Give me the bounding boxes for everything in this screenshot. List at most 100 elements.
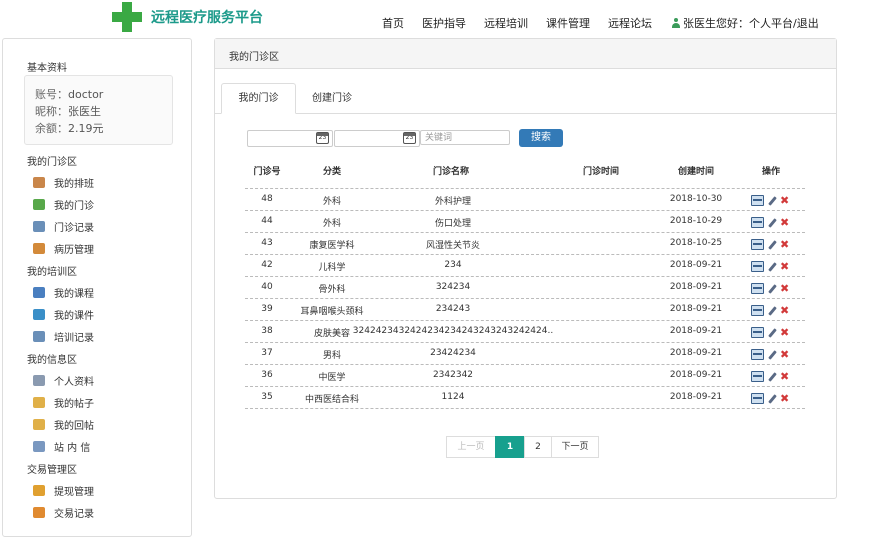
coins-icon: [33, 485, 45, 496]
cell-name: 3242423432424234234243243243242424..: [352, 326, 554, 336]
edit-icon[interactable]: [768, 372, 776, 382]
edit-icon[interactable]: [768, 306, 776, 316]
end-date-input[interactable]: 23: [334, 130, 420, 147]
cell-name: 234243: [435, 304, 471, 314]
sidebar-item-label: 我的课件: [54, 311, 94, 322]
profile-box: 账号：doctor 昵称：张医生 余额：2.19元: [24, 75, 173, 145]
view-icon[interactable]: [751, 371, 764, 382]
row-divider: [245, 342, 805, 343]
nav-home[interactable]: 首页: [382, 15, 404, 31]
cell-created: 2018-09-21: [669, 370, 723, 380]
edit-icon[interactable]: [768, 394, 776, 404]
sidebar-item[interactable]: 我的门诊: [33, 197, 94, 212]
edit-icon[interactable]: [768, 284, 776, 294]
sidebar-item[interactable]: 我的课程: [33, 285, 94, 300]
cell-id: 35: [261, 392, 273, 402]
reply-icon: [33, 419, 45, 430]
delete-icon[interactable]: ✖: [780, 239, 789, 250]
cell-name: 23424234: [430, 348, 476, 358]
sidebar-item[interactable]: 我的课件: [33, 307, 94, 322]
cell-category: 外科: [322, 197, 342, 207]
sidebar-item[interactable]: 我的排班: [33, 175, 94, 190]
cell-created: 2018-10-29: [669, 216, 723, 226]
profile-value: doctor: [68, 88, 104, 101]
delete-icon[interactable]: ✖: [780, 371, 789, 382]
row-actions: ✖: [751, 371, 793, 382]
page-button-2[interactable]: 2: [524, 436, 552, 458]
view-icon[interactable]: [751, 283, 764, 294]
sidebar-item[interactable]: 病历管理: [33, 241, 94, 256]
cell-created: 2018-09-21: [669, 282, 723, 292]
sidebar-item-label: 门诊记录: [54, 223, 94, 234]
row-divider: [245, 386, 805, 387]
nav-forum[interactable]: 远程论坛: [608, 15, 652, 31]
sidebar-item[interactable]: 培训记录: [33, 329, 94, 344]
sidebar-item[interactable]: 我的帖子: [33, 395, 94, 410]
top-header: 远程医疗服务平台 首页 医护指导 远程培训 课件管理 远程论坛 张医生您好： 个人平台/…: [0, 0, 874, 36]
edit-icon[interactable]: [768, 350, 776, 360]
view-icon[interactable]: [751, 239, 764, 250]
nav-remote-training[interactable]: 远程培训: [484, 15, 528, 31]
delete-icon[interactable]: ✖: [780, 217, 789, 228]
view-icon[interactable]: [751, 261, 764, 272]
delete-icon[interactable]: ✖: [780, 393, 789, 404]
view-icon[interactable]: [751, 327, 764, 338]
delete-icon[interactable]: ✖: [780, 283, 789, 294]
view-icon[interactable]: [751, 217, 764, 228]
prev-page-button[interactable]: 上一页: [446, 436, 496, 458]
view-icon[interactable]: [751, 305, 764, 316]
next-page-button[interactable]: 下一页: [551, 436, 599, 458]
cell-category: 外科: [322, 219, 342, 229]
row-divider: [245, 408, 805, 409]
edit-icon[interactable]: [768, 218, 776, 228]
clinic-icon: [33, 199, 45, 210]
mail-icon: [33, 441, 45, 452]
calendar-icon[interactable]: 23: [403, 132, 416, 144]
row-divider: [245, 364, 805, 365]
delete-icon[interactable]: ✖: [780, 261, 789, 272]
edit-icon[interactable]: [768, 240, 776, 250]
cell-created: 2018-10-25: [669, 238, 723, 248]
edit-icon[interactable]: [768, 262, 776, 272]
sidebar-section-title: 交易管理区: [27, 465, 77, 476]
tab-my-clinic[interactable]: 我的门诊: [221, 83, 296, 114]
th-created: 创建时间: [677, 167, 715, 177]
edit-icon[interactable]: [768, 328, 776, 338]
view-icon[interactable]: [751, 349, 764, 360]
search-button[interactable]: 搜索: [519, 129, 563, 147]
view-icon[interactable]: [751, 195, 764, 206]
delete-icon[interactable]: ✖: [780, 305, 789, 316]
row-divider: [245, 254, 805, 255]
calendar-icon[interactable]: 23: [316, 132, 329, 144]
sidebar-item-label: 我的回帖: [54, 421, 94, 432]
main-title: 我的门诊区: [229, 52, 279, 63]
sidebar-item[interactable]: 站 内 信: [33, 439, 90, 454]
sidebar-item[interactable]: 门诊记录: [33, 219, 94, 234]
profile-title: 基本资料: [27, 63, 67, 74]
tab-create-clinic[interactable]: 创建门诊: [305, 84, 359, 113]
page-button-1[interactable]: 1: [495, 436, 525, 458]
sidebar-item[interactable]: 交易记录: [33, 505, 94, 520]
delete-icon[interactable]: ✖: [780, 349, 789, 360]
sidebar-item[interactable]: 我的回帖: [33, 417, 94, 432]
main-panel: 我的门诊区 我的门诊 创建门诊 23 23 关键词 搜索 门诊号 分类 门诊名称 门诊…: [214, 38, 837, 499]
user-links[interactable]: 个人平台/退出: [749, 15, 819, 31]
table-header-divider: [245, 188, 805, 189]
start-date-input[interactable]: 23: [247, 130, 333, 147]
sidebar-item-label: 我的门诊: [54, 201, 94, 212]
nav-nursing-guide[interactable]: 医护指导: [422, 15, 466, 31]
th-time: 门诊时间: [582, 167, 620, 177]
cell-category: 康复医学科: [309, 241, 355, 251]
row-divider: [245, 276, 805, 277]
sidebar-item[interactable]: 个人资料: [33, 373, 94, 388]
delete-icon[interactable]: ✖: [780, 327, 789, 338]
delete-icon[interactable]: ✖: [780, 195, 789, 206]
sidebar-item[interactable]: 提现管理: [33, 483, 94, 498]
cell-id: 36: [261, 370, 273, 380]
edit-icon[interactable]: [768, 196, 776, 206]
view-icon[interactable]: [751, 393, 764, 404]
row-actions: ✖: [751, 195, 793, 206]
pagination: 上一页 1 2 下一页: [446, 436, 599, 458]
keyword-input[interactable]: 关键词: [420, 130, 510, 145]
nav-courseware[interactable]: 课件管理: [546, 15, 590, 31]
